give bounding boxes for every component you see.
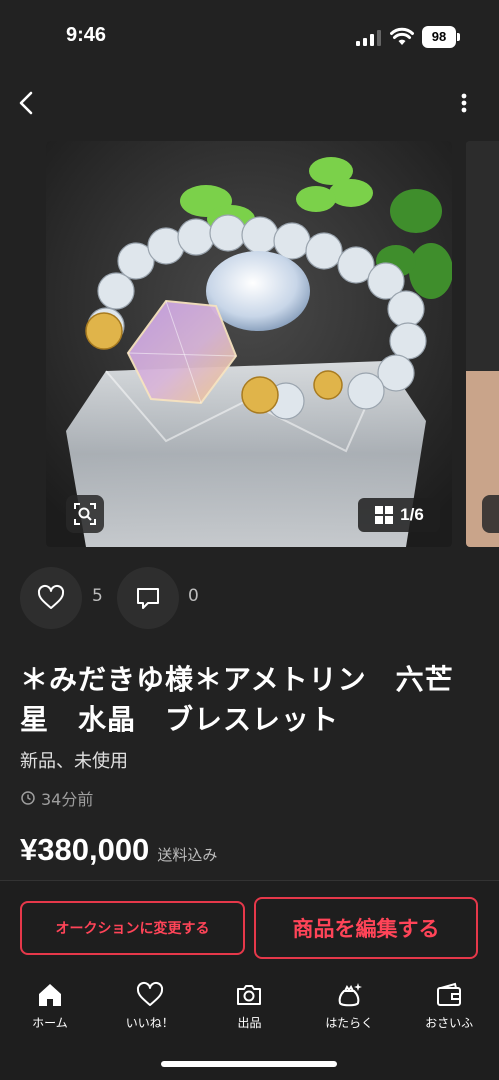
tab-likes-label: いいね！ xyxy=(125,1016,174,1030)
price-value: ¥380,000 xyxy=(20,832,150,867)
wallet-icon xyxy=(437,982,462,1006)
product-image-carousel[interactable] xyxy=(46,141,452,547)
heart-icon xyxy=(136,981,163,1006)
product-photo xyxy=(46,141,452,547)
tab-wallet[interactable]: おさいふ xyxy=(399,975,499,1045)
status-bar: 9:46 98 xyxy=(0,0,499,72)
product-title: ＊みだきゆ様＊アメトリン 六芒星 水晶 ブレスレット xyxy=(20,663,454,736)
tab-bar: ホーム いいね！ 出品 はたらく おさいふ xyxy=(0,975,499,1045)
comment-icon xyxy=(137,588,159,609)
like-count: 5 xyxy=(92,586,103,606)
more-options-icon[interactable] xyxy=(452,90,476,116)
signal-icon xyxy=(356,30,381,46)
tab-likes[interactable]: いいね！ xyxy=(100,975,200,1045)
tab-home-label: ホーム xyxy=(32,1016,68,1030)
tab-work[interactable]: はたらく xyxy=(299,975,399,1045)
tab-wallet-label: おさいふ xyxy=(425,1016,474,1030)
tab-work-label: はたらく xyxy=(325,1016,374,1030)
shipping-note: 送料込み xyxy=(157,846,218,864)
home-icon xyxy=(38,984,61,1006)
comment-button[interactable] xyxy=(117,567,179,629)
comment-count: 0 xyxy=(188,586,199,606)
camera-icon xyxy=(237,985,262,1005)
next-image-peek[interactable] xyxy=(466,141,499,547)
status-time: 9:46 xyxy=(66,24,107,46)
battery-indicator: 98 xyxy=(422,26,456,48)
image-counter-text: 1/6 xyxy=(400,505,424,524)
next-image-search-button xyxy=(482,495,499,533)
clock-icon xyxy=(21,791,35,805)
grid-icon xyxy=(375,506,394,524)
tab-sell-label: 出品 xyxy=(237,1016,262,1030)
wifi-icon xyxy=(390,27,414,45)
posted-time: 34分前 xyxy=(20,786,93,810)
like-button[interactable] xyxy=(20,567,82,629)
home-indicator xyxy=(161,1061,337,1067)
edit-item-button[interactable]: 商品を編集する xyxy=(254,897,478,959)
tab-home[interactable]: ホーム xyxy=(0,975,100,1045)
scan-search-icon xyxy=(74,503,96,525)
heart-outline-icon xyxy=(37,584,65,609)
change-to-auction-button[interactable]: オークションに変更する xyxy=(20,901,245,955)
sprout-bag-icon xyxy=(338,983,363,1007)
next-image-thumbnail xyxy=(466,141,499,547)
product-condition: 新品、未使用 xyxy=(20,751,128,772)
image-counter[interactable]: 1/6 xyxy=(358,498,440,532)
battery-tip xyxy=(457,33,460,41)
price-row: ¥380,000 送料込み xyxy=(20,832,217,868)
tab-sell[interactable]: 出品 xyxy=(200,975,300,1045)
posted-time-text: 34分前 xyxy=(41,790,94,809)
back-icon[interactable] xyxy=(12,88,42,118)
image-search-button[interactable] xyxy=(66,495,104,533)
